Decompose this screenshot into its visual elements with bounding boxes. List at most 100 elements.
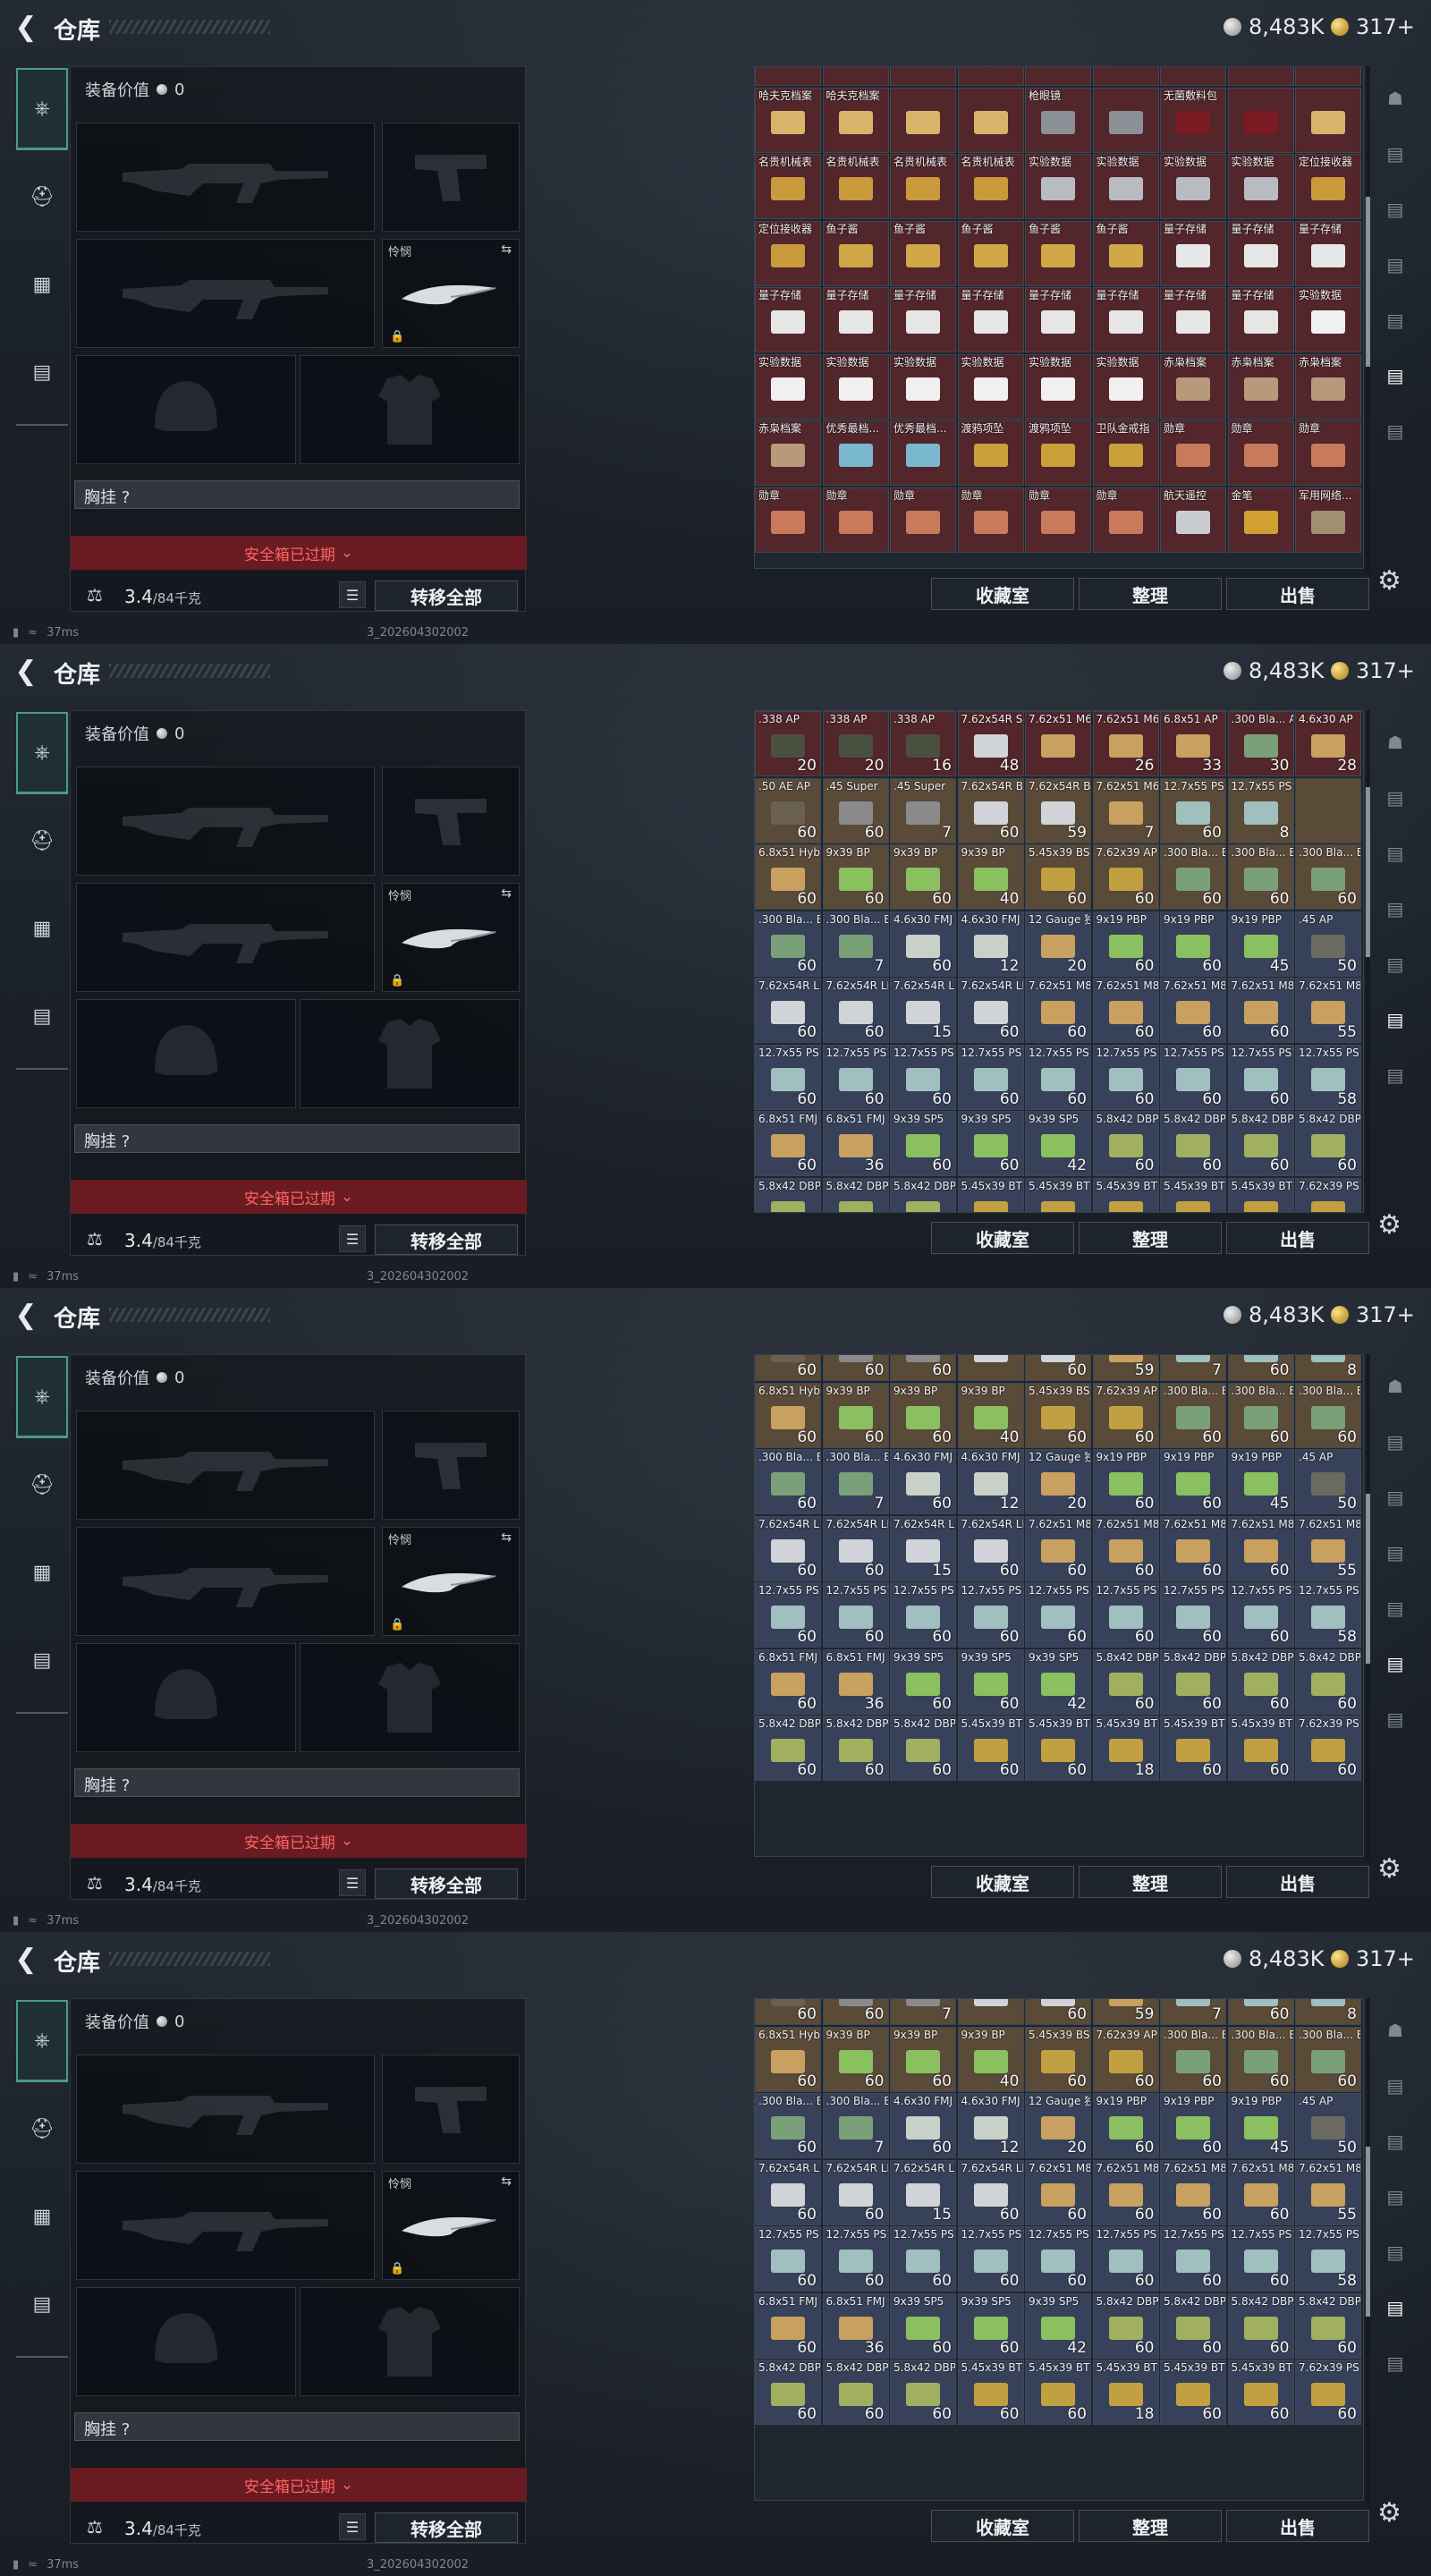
stash-item-cell[interactable]: 赤枭档案	[1160, 353, 1226, 419]
stash-item-cell[interactable]: 9x39 SP5 60	[890, 2292, 956, 2359]
list-icon[interactable]: ☰	[339, 1225, 366, 1252]
stash-item-cell[interactable]: 7.62x51 M80 60	[1160, 1515, 1226, 1581]
stash-item-cell[interactable]: 9x39 SP5 42	[1025, 1648, 1091, 1715]
tab-armor[interactable]: ⛑	[16, 800, 68, 882]
stash-item-cell[interactable]: 7.62x39 AP 60	[1092, 2026, 1159, 2092]
stash-item-cell[interactable]: 9x39 BP 40	[957, 2026, 1024, 2092]
stash-item-cell[interactable]: 勋章	[1295, 420, 1361, 486]
safe-box-expired-banner[interactable]: 安全箱已过期 ⌄	[71, 1180, 527, 1214]
melee-slot[interactable]: 怜悯 ⇆ 🔒	[382, 2171, 520, 2280]
stash-item-cell[interactable]: 9x39 BP 60	[822, 1382, 889, 1448]
stash-item-cell[interactable]: .300 Bla... BCP FMJ 60	[1295, 844, 1361, 910]
stash-item-cell[interactable]: 5.45x39 BT 60	[1025, 1716, 1091, 1781]
stash-page-5-icon[interactable]: ▤	[1373, 2225, 1418, 2279]
stash-page-3-icon[interactable]: ▤	[1373, 826, 1418, 880]
stash-item-cell[interactable]: 9x39 SP5 60	[957, 2292, 1024, 2359]
stash-page-6-icon[interactable]: ▤	[1373, 993, 1418, 1046]
stash-item-cell[interactable]: 9x19 PBP 60	[1160, 911, 1226, 977]
stash-item-cell[interactable]: 5.45x39 BT 60	[957, 2360, 1024, 2425]
stash-item-cell[interactable]: .50 AE AP 60	[755, 777, 821, 843]
stash-page-1-icon[interactable]: ☗	[1373, 716, 1418, 769]
stash-item-cell[interactable]: 5.45x39 BT	[957, 1177, 1024, 1212]
stash-item-cell[interactable]: 9x19 PBP 60	[1160, 2093, 1226, 2158]
stash-item-cell[interactable]: 9x39 BP 40	[957, 1382, 1024, 1448]
tab-backpack[interactable]: ▤	[16, 331, 68, 413]
stash-item-cell[interactable]: .300 Bla... BCP FMJ 60	[1227, 1382, 1294, 1448]
tab-armor[interactable]: ⛑	[16, 2088, 68, 2170]
stash-item-cell[interactable]: 7.62x51 M62 7	[1092, 777, 1159, 843]
body-armor-slot[interactable]	[300, 355, 520, 464]
stash-item-cell[interactable]: 5.8x42 DBP10 60	[755, 2360, 821, 2425]
stash-item-cell[interactable]: 量子存储	[1160, 287, 1226, 352]
stash-item-cell[interactable]: 7.62x51 M80 55	[1295, 2159, 1361, 2225]
stash-item-cell[interactable]: 60	[1227, 1999, 1294, 2025]
secondary-weapon-slot[interactable]	[76, 883, 375, 992]
stash-item-cell[interactable]: 9x39 SP5 42	[1025, 1111, 1091, 1176]
stash-page-7-icon[interactable]: ▤	[1373, 404, 1418, 458]
stash-item-cell[interactable]: 9x39 BP 40	[957, 844, 1024, 910]
list-icon[interactable]: ☰	[339, 1869, 366, 1896]
stash-item-cell[interactable]: 8	[1295, 1999, 1361, 2025]
collection-room-button[interactable]: 收藏室	[931, 2510, 1074, 2542]
stash-page-4-icon[interactable]: ▤	[1373, 238, 1418, 292]
stash-page-6-icon[interactable]: ▤	[1373, 2281, 1418, 2334]
stash-item-cell[interactable]: 12.7x55 PS12A 60	[755, 1582, 821, 1648]
stash-item-cell[interactable]: 9x19 PBP 60	[1160, 1449, 1226, 1514]
tab-backpack[interactable]: ▤	[16, 2263, 68, 2345]
stash-item-cell[interactable]	[1092, 67, 1159, 86]
stash-item-cell[interactable]: 7.62x51 M80 60	[1092, 1515, 1159, 1581]
stash-item-cell[interactable]: 4.6x30 FMJ 60	[890, 911, 956, 977]
gold-currency[interactable]: 317+	[1331, 658, 1415, 683]
stash-item-cell[interactable]: 6.8x51 Hybrid 60	[755, 1382, 821, 1448]
stash-item-cell[interactable]: .45 AP 50	[1295, 1449, 1361, 1514]
stash-item-cell[interactable]: 名贵机械表	[755, 154, 821, 219]
stash-item-cell[interactable]: 5.45x39 BT 60	[1227, 2360, 1294, 2425]
stash-item-cell[interactable]	[1092, 87, 1159, 153]
stash-item-cell[interactable]: .300 Bla... BCP FMJ 60	[1295, 1382, 1361, 1448]
stash-item-cell[interactable]: 实验数据	[890, 353, 956, 419]
stash-item-cell[interactable]: 7.62x54R LPS 15	[890, 978, 956, 1043]
stash-item-cell[interactable]: 量子存储	[755, 287, 821, 352]
stash-item-cell[interactable]: 12.7x55 PS12A 60	[1092, 2226, 1159, 2292]
pistol-slot[interactable]	[382, 123, 520, 232]
stash-item-cell[interactable]: 7.62x54R LPS 60	[822, 978, 889, 1043]
stash-item-cell[interactable]: 6.8x51 FMJ 36	[822, 1648, 889, 1715]
sort-button[interactable]: 整理	[1079, 1866, 1222, 1898]
stash-item-cell[interactable]: 实验数据	[1025, 353, 1091, 419]
stash-page-2-icon[interactable]: ▤	[1373, 771, 1418, 825]
stash-item-cell[interactable]: 4.6x30 FMJ 12	[957, 911, 1024, 977]
stash-item-cell[interactable]: 59	[1092, 1999, 1159, 2025]
gear-icon[interactable]: ⚙	[1377, 1853, 1401, 1885]
secondary-weapon-slot[interactable]	[76, 1527, 375, 1636]
stash-item-cell[interactable]: .338 AP 20	[822, 711, 889, 776]
stash-item-cell[interactable]: 12.7x55 PS12A 60	[1025, 2226, 1091, 2292]
list-icon[interactable]: ☰	[339, 581, 366, 608]
stash-item-cell[interactable]: 7.62x54R LPS 15	[890, 1515, 956, 1581]
stash-item-cell[interactable]: 4.6x30 FMJ 60	[890, 2093, 956, 2158]
stash-item-cell[interactable]: 7.62x54R LPS 60	[957, 978, 1024, 1043]
stash-item-cell[interactable]: 5.8x42 DBP10 60	[1295, 1111, 1361, 1176]
stash-item-cell[interactable]: 实验数据	[957, 353, 1024, 419]
stash-page-1-icon[interactable]: ☗	[1373, 2004, 1418, 2057]
stash-item-cell[interactable]: 7.62x51 M80 60	[1160, 2159, 1226, 2225]
stash-item-cell[interactable]: 60	[890, 1355, 956, 1381]
stash-item-cell[interactable]: 7.62x51 M80 60	[1092, 2159, 1159, 2225]
stash-item-cell[interactable]: 量子存储	[1160, 220, 1226, 286]
stash-item-cell[interactable]: 金笔	[1227, 487, 1294, 553]
stash-item-cell[interactable]: 枪眼镜	[1025, 87, 1091, 153]
stash-item-cell[interactable]: 实验数据	[1227, 154, 1294, 219]
stash-item-cell[interactable]: 实验数据	[1295, 287, 1361, 352]
stash-item-cell[interactable]: 勋章	[755, 487, 821, 553]
stash-item-cell[interactable]: 7.62x51 M80 60	[1025, 1515, 1091, 1581]
safe-box-expired-banner[interactable]: 安全箱已过期 ⌄	[71, 1824, 527, 1858]
pistol-slot[interactable]	[382, 767, 520, 876]
stash-item-cell[interactable]: 60	[822, 1355, 889, 1381]
stash-item-cell[interactable]: 鱼子酱	[957, 220, 1024, 286]
stash-item-cell[interactable]: 9x19 PBP 60	[1092, 911, 1159, 977]
stash-item-cell[interactable]	[822, 67, 889, 86]
helmet-slot[interactable]	[76, 1643, 296, 1752]
stash-item-cell[interactable]: 7.62x51 M80 60	[1025, 2159, 1091, 2225]
stash-item-cell[interactable]: 勋章	[822, 487, 889, 553]
stash-item-cell[interactable]: .338 AP 20	[755, 711, 821, 776]
stash-item-cell[interactable]: 实验数据	[755, 353, 821, 419]
